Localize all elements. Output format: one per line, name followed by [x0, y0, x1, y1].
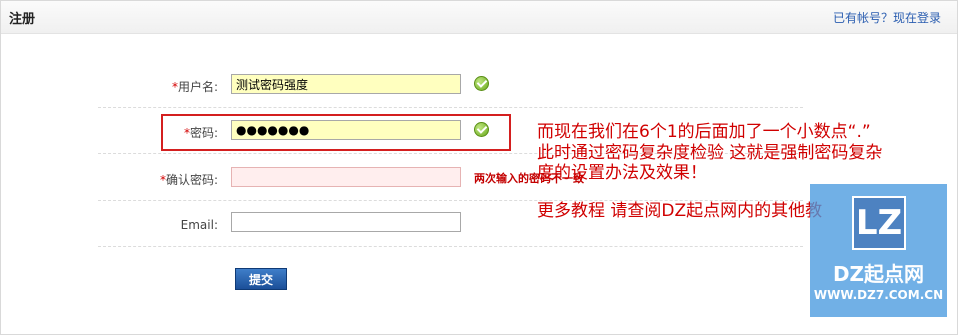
panel-header: 注册 已有帐号？现在登录 [1, 1, 957, 34]
logo-mark: LZ [852, 196, 906, 250]
confirm-password-label: *确认密码: [98, 171, 218, 188]
annotation-line: 而现在我们在6个1的后面加了一个小数点“.” [537, 122, 871, 142]
annotation-line: 更多教程 请查阅DZ起点网内的其他教 [537, 201, 823, 221]
username-label-text: 用户名: [177, 80, 218, 94]
submit-button[interactable]: 提交 [235, 268, 287, 290]
confirm-password-input[interactable] [231, 167, 461, 187]
annotation-line: 此时通过密码复杂度检验 这就是强制密码复杂 [537, 143, 883, 163]
confirm-password-label-text: 确认密码: [165, 173, 218, 187]
login-link[interactable]: 已有帐号？现在登录 [833, 9, 941, 26]
row-divider [98, 246, 803, 247]
check-icon [474, 76, 489, 91]
row-divider [98, 107, 803, 108]
logo-letters: LZ [855, 203, 903, 243]
watermark-url: WWW.DZ7.COM.CN [813, 288, 944, 302]
annotation-line: 度的设置办法及效果！ [537, 163, 707, 183]
watermark-site-name: DZ起点网 [832, 262, 925, 286]
page-title: 注册 [9, 12, 36, 27]
email-label: Email: [180, 218, 218, 232]
email-input[interactable] [231, 212, 461, 232]
username-label: *用户名: [98, 78, 218, 95]
highlight-box [161, 114, 511, 151]
watermark-logo: LZ DZ起点网 WWW.DZ7.COM.CN [810, 184, 947, 317]
username-input[interactable] [231, 74, 461, 94]
